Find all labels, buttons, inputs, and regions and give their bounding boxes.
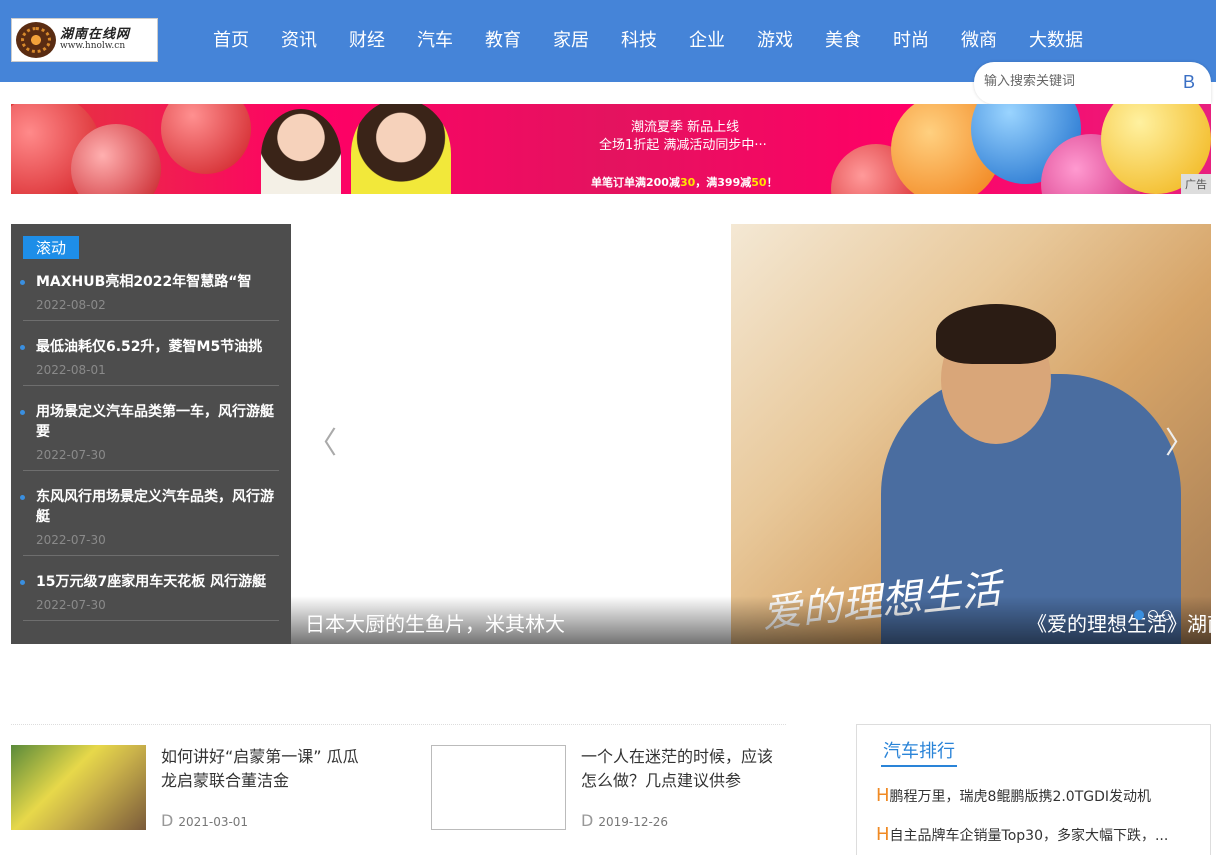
- auto-ranking-panel: 汽车排行 H鹏程万里，瑞虎8鲲鹏版携2.0TGDI发动机 H自主品牌车企销量To…: [856, 724, 1211, 855]
- slider-dot[interactable]: [1148, 610, 1158, 620]
- search-box: B: [974, 62, 1211, 104]
- scroll-news-item[interactable]: 最低油耗仅6.52升，菱智M5节油挑 2022-08-01: [20, 337, 279, 386]
- ad-banner[interactable]: 潮流夏季 新品上线 全场1折起 满减活动同步中··· 单笔订单满200减30，满…: [11, 104, 1211, 194]
- search-button[interactable]: B: [1183, 72, 1195, 93]
- ad-offer: 单笔订单满200减30，满399减50！: [591, 174, 778, 190]
- ad-subline: 全场1折起 满减活动同步中···: [599, 138, 767, 153]
- slider-dot[interactable]: [1134, 610, 1144, 620]
- news-title[interactable]: 一个人在迷茫的时候，应该怎么做？几点建议供参: [581, 745, 786, 793]
- nav-item-finance[interactable]: 财经: [349, 26, 385, 52]
- logo-url: www.hnolw.cn: [60, 41, 126, 52]
- nav-item-enterprise[interactable]: 企业: [689, 26, 725, 52]
- search-input[interactable]: [984, 74, 1154, 89]
- scroll-news-title[interactable]: 东风风行用场景定义汽车品类，风行游艇: [36, 487, 279, 527]
- slider-next-arrow-icon[interactable]: 〉: [1165, 418, 1195, 462]
- scroll-news-title[interactable]: 用场景定义汽车品类第一车，风行游艇要: [36, 402, 279, 442]
- news-date: D 2019-12-26: [581, 811, 668, 830]
- ranking-item[interactable]: H鹏程万里，瑞虎8鲲鹏版携2.0TGDI发动机: [876, 785, 1196, 806]
- news-date-prefix: D: [161, 811, 174, 830]
- scroll-news-item[interactable]: 东风风行用场景定义汽车品类，风行游艇 2022-07-30: [20, 487, 279, 556]
- scroll-news-title[interactable]: MAXHUB亮相2022年智慧路“智: [36, 272, 279, 292]
- scroll-news-title[interactable]: 15万元级7座家用车天花板 风行游艇: [36, 572, 279, 592]
- ranking-item-prefix: H: [876, 785, 890, 806]
- ad-offer-part: ！: [766, 176, 778, 189]
- news-date-text: 2021-03-01: [178, 815, 249, 829]
- scroll-news-date: 2022-07-30: [36, 448, 106, 462]
- section-divider: [11, 724, 786, 725]
- slide-caption-text[interactable]: 日本大厨的生鱼片，米其林大: [305, 608, 565, 637]
- scroll-news-list: MAXHUB亮相2022年智慧路“智 2022-08-02 最低油耗仅6.52升…: [20, 272, 279, 637]
- nav-item-games[interactable]: 游戏: [757, 26, 793, 52]
- scroll-news-date: 2022-08-02: [36, 298, 106, 312]
- scroll-news-item[interactable]: 用场景定义汽车品类第一车，风行游艇要 2022-07-30: [20, 402, 279, 471]
- scroll-panel-tag: 滚动: [23, 236, 80, 259]
- photo-figure-hair: [936, 304, 1056, 364]
- news-title[interactable]: 如何讲好“启蒙第一课” 瓜瓜龙启蒙联合董洁金: [161, 745, 366, 793]
- logo-emblem-icon: [16, 22, 56, 58]
- slide-caption-text[interactable]: 《爱的理想生活》湖南: [1027, 608, 1211, 637]
- scroll-news-item[interactable]: 15万元级7座家用车天花板 风行游艇 2022-07-30: [20, 572, 279, 621]
- news-thumbnail-broken-image-icon[interactable]: [431, 745, 566, 830]
- nav-item-news[interactable]: 资讯: [281, 26, 317, 52]
- nav-item-fashion[interactable]: 时尚: [893, 26, 929, 52]
- image-slider: 爱的理想生活 日本大厨的生鱼片，米其林大 《爱的理想生活》湖南 〈 〉: [291, 224, 1211, 644]
- slide-image[interactable]: 爱的理想生活: [731, 224, 1211, 644]
- news-date: D 2021-03-01: [161, 811, 248, 830]
- nav-item-tech[interactable]: 科技: [621, 26, 657, 52]
- scroll-news-date: 2022-08-01: [36, 363, 106, 377]
- ranking-item-text[interactable]: 鹏程万里，瑞虎8鲲鹏版携2.0TGDI发动机: [890, 789, 1151, 805]
- scroll-news-item[interactable]: MAXHUB亮相2022年智慧路“智 2022-08-02: [20, 272, 279, 321]
- scroll-news-date: 2022-07-30: [36, 533, 106, 547]
- balloon-shape: [161, 104, 251, 174]
- main-nav: 首页 资讯 财经 汽车 教育 家居 科技 企业 游戏 美食 时尚 微商 大数据: [197, 26, 1099, 52]
- news-thumbnail[interactable]: [11, 745, 146, 830]
- ranking-item-text[interactable]: 自主品牌车企销量Top30，多家大幅下跌，...: [890, 828, 1169, 844]
- slider-pagination: [1134, 610, 1176, 620]
- ad-offer-part: 单笔订单满200减: [591, 176, 680, 189]
- nav-item-wechat-business[interactable]: 微商: [961, 26, 997, 52]
- nav-item-big-data[interactable]: 大数据: [1029, 26, 1083, 52]
- ranking-item-prefix: H: [876, 824, 890, 845]
- nav-item-education[interactable]: 教育: [485, 26, 521, 52]
- site-logo[interactable]: 湖南在线网 www.hnolw.cn: [11, 18, 158, 62]
- nav-item-food[interactable]: 美食: [825, 26, 861, 52]
- ad-headline: 潮流夏季 新品上线: [631, 120, 740, 135]
- nav-item-home[interactable]: 首页: [213, 26, 249, 52]
- scroll-news-panel: 滚动 MAXHUB亮相2022年智慧路“智 2022-08-02 最低油耗仅6.…: [11, 224, 291, 644]
- model-figure: [351, 104, 451, 194]
- model-figure: [261, 109, 341, 194]
- ad-label: 广告: [1181, 174, 1211, 194]
- scroll-news-date: 2022-07-30: [36, 598, 106, 612]
- ad-offer-amount: 30: [679, 176, 696, 189]
- news-date-text: 2019-12-26: [598, 815, 669, 829]
- ranking-title: 汽车排行: [881, 737, 957, 767]
- nav-item-home-living[interactable]: 家居: [553, 26, 589, 52]
- nav-item-auto[interactable]: 汽车: [417, 26, 453, 52]
- ranking-item[interactable]: H自主品牌车企销量Top30，多家大幅下跌，...: [876, 824, 1196, 845]
- news-date-prefix: D: [581, 811, 594, 830]
- slider-dot[interactable]: [1162, 610, 1172, 620]
- logo-name: 湖南在线网: [60, 26, 131, 42]
- slide-caption[interactable]: 日本大厨的生鱼片，米其林大: [291, 596, 731, 644]
- slide-caption[interactable]: 《爱的理想生活》湖南: [731, 596, 1211, 644]
- ad-offer-amount: 50: [751, 176, 767, 189]
- logo-text: 湖南在线网 www.hnolw.cn: [60, 26, 131, 52]
- scroll-news-title[interactable]: 最低油耗仅6.52升，菱智M5节油挑: [36, 337, 279, 357]
- ad-offer-part: ，满399减: [695, 176, 752, 189]
- slider-prev-arrow-icon[interactable]: 〈: [307, 418, 337, 462]
